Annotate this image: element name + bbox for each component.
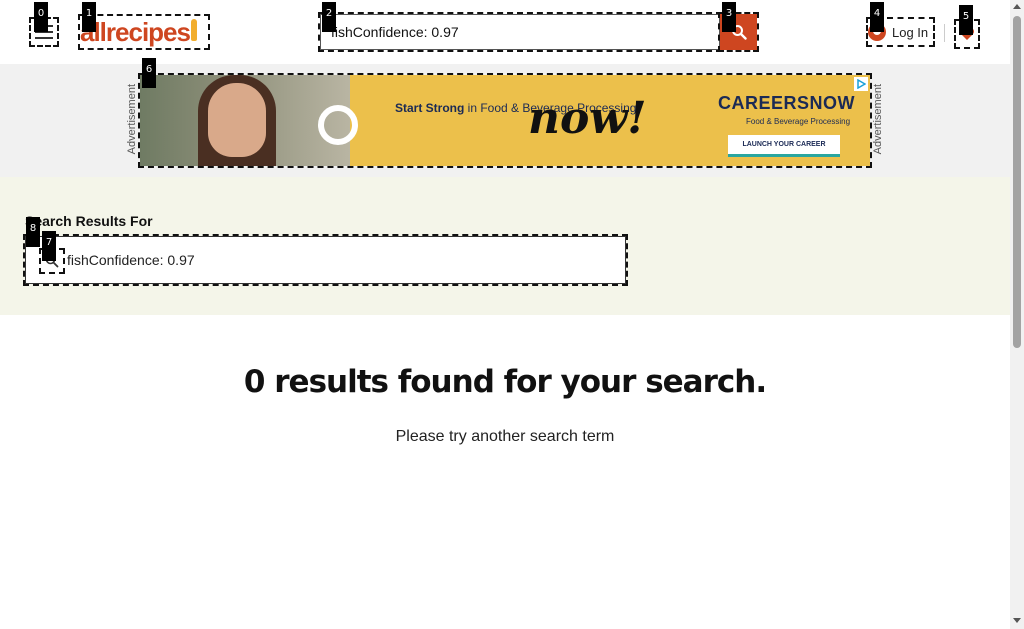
search-results-header: Search Results For fishConfidence: 0.97 … <box>0 177 1010 315</box>
ad-headline-strong: Start Strong <box>395 101 465 115</box>
marker-7: 7 <box>42 231 56 261</box>
marker-2: 2 <box>322 2 336 32</box>
no-results-subtitle: Please try another search term <box>395 428 615 445</box>
allrecipes-logo[interactable]: allrecipes <box>78 14 210 50</box>
page-scrollbar[interactable] <box>1010 0 1024 629</box>
ad-label-left: Advertisement <box>126 84 138 155</box>
logo-wordmark: allrecipes <box>80 16 191 47</box>
search-query-text: fishConfidence: 0.97 <box>67 252 195 268</box>
marker-5: 5 <box>959 5 973 35</box>
marker-1: 1 <box>82 2 96 32</box>
scrollbar-thumb[interactable] <box>1013 16 1021 348</box>
marker-8: 8 <box>26 217 40 247</box>
marker-4: 4 <box>870 2 884 32</box>
header-divider <box>944 24 945 42</box>
ribbon-icon <box>318 105 358 145</box>
scroll-up-arrow-icon[interactable] <box>1013 4 1021 9</box>
marker-3: 3 <box>722 2 736 32</box>
ad-now-text: now! <box>528 93 647 144</box>
play-triangle-icon <box>857 79 866 89</box>
ad-band: Advertisement Start Strong in Food & Bev… <box>0 58 1010 177</box>
ad-brand: CAREERSNOW <box>718 93 856 113</box>
adchoices-icon[interactable] <box>854 77 868 91</box>
search-results-label: Search Results For <box>25 213 153 229</box>
search-query-box[interactable]: fishConfidence: 0.97 <box>23 234 628 286</box>
advertisement-banner[interactable]: Start Strong in Food & Beverage Processi… <box>138 73 872 168</box>
no-results-title: 0 results found for your search. <box>243 364 767 400</box>
ad-photo-face <box>208 83 266 157</box>
search-form <box>318 12 759 52</box>
search-input[interactable] <box>318 12 722 52</box>
spoon-icon <box>190 19 197 41</box>
marker-6: 6 <box>142 58 156 88</box>
ad-cta-button[interactable]: LAUNCH YOUR CAREER <box>728 135 840 157</box>
ad-label-right: Advertisement <box>872 84 884 155</box>
ad-brand-sub: Food & Beverage Processing <box>746 117 851 126</box>
site-header: 0 allrecipes 1 2 3 Log In 4 5 <box>0 0 1010 64</box>
login-label: Log In <box>892 24 929 40</box>
scroll-down-arrow-icon[interactable] <box>1013 618 1021 623</box>
marker-0: 0 <box>34 2 48 32</box>
